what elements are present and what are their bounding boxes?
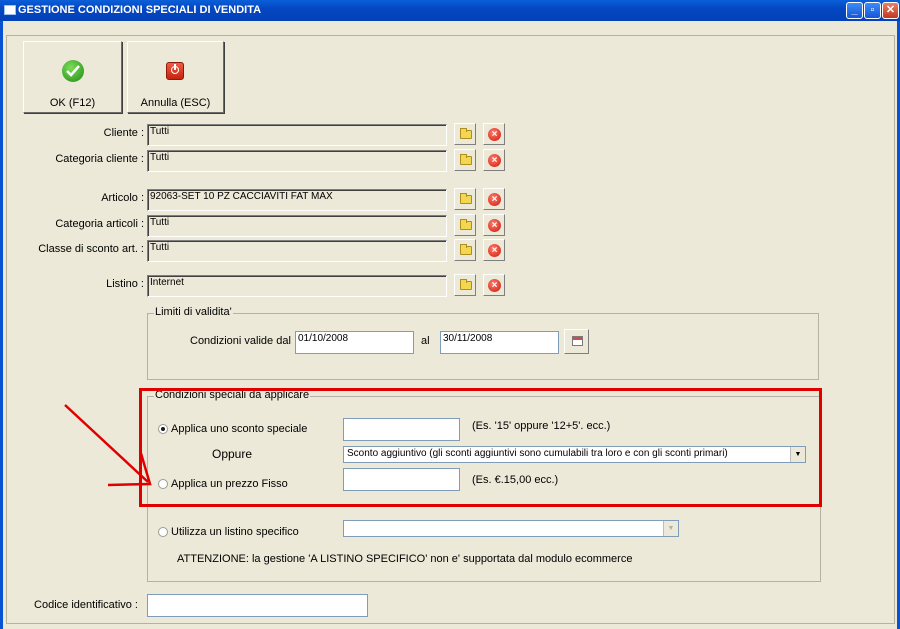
categoria-articoli-field[interactable]: Tutti [147, 215, 447, 237]
articolo-clear-button[interactable]: × [483, 188, 505, 210]
maximize-button[interactable]: ▫ [864, 2, 881, 19]
clear-icon: × [488, 279, 501, 292]
pricelist-select[interactable]: ▼ [343, 520, 679, 537]
minimize-button[interactable]: _ [846, 2, 863, 19]
validity-group-title: Limiti di validita' [154, 306, 233, 318]
app-icon [4, 5, 16, 15]
cliente-browse-button[interactable] [454, 123, 476, 145]
cancel-button[interactable]: Annulla (ESC) [127, 41, 224, 113]
close-button[interactable]: ✕ [882, 2, 899, 19]
codice-label: Codice identificativo : [34, 599, 138, 611]
valid-to-label: al [421, 335, 430, 347]
categoria-cliente-clear-button[interactable]: × [483, 149, 505, 171]
valid-to-input[interactable]: 30/11/2008 [440, 331, 559, 354]
cancel-button-label: Annulla (ESC) [140, 97, 211, 109]
categoria-articoli-browse-button[interactable] [454, 214, 476, 236]
ok-button[interactable]: OK (F12) [23, 41, 122, 113]
ok-button-label: OK (F12) [49, 97, 96, 109]
articolo-browse-button[interactable] [454, 188, 476, 210]
pricelist-warning: ATTENZIONE: la gestione 'A LISTINO SPECI… [177, 553, 633, 565]
articolo-label: Articolo : [101, 192, 144, 204]
clear-icon: × [488, 244, 501, 257]
clear-icon: × [488, 193, 501, 206]
pricelist-radio[interactable] [158, 527, 168, 537]
cliente-label: Cliente : [103, 127, 144, 139]
categoria-articoli-label: Categoria articoli : [55, 218, 144, 230]
clear-icon: × [488, 219, 501, 232]
title-bar: GESTIONE CONDIZIONI SPECIALI DI VENDITA … [0, 0, 900, 21]
categoria-articoli-clear-button[interactable]: × [483, 214, 505, 236]
cliente-field[interactable]: Tutti [147, 124, 447, 146]
categoria-cliente-browse-button[interactable] [454, 149, 476, 171]
classe-sconto-field[interactable]: Tutti [147, 240, 447, 262]
folder-icon [460, 279, 472, 290]
folder-icon [460, 219, 472, 230]
stop-icon [166, 62, 184, 80]
valid-from-input[interactable]: 01/10/2008 [295, 331, 414, 354]
highlight-box [139, 388, 822, 507]
chevron-down-icon: ▼ [663, 521, 678, 536]
listino-label: Listino : [106, 278, 144, 290]
categoria-cliente-label: Categoria cliente : [55, 153, 144, 165]
folder-icon [460, 193, 472, 204]
arrow-annotation [64, 404, 152, 487]
pricelist-label: Utilizza un listino specifico [171, 526, 299, 538]
calendar-button[interactable] [564, 329, 589, 354]
codice-input[interactable] [147, 594, 368, 617]
classe-sconto-browse-button[interactable] [454, 239, 476, 261]
folder-icon [460, 244, 472, 255]
classe-sconto-label: Classe di sconto art. : [38, 243, 144, 255]
check-icon [62, 60, 84, 82]
listino-clear-button[interactable]: × [483, 274, 505, 296]
folder-icon [460, 154, 472, 165]
window-title: GESTIONE CONDIZIONI SPECIALI DI VENDITA [18, 4, 262, 16]
folder-icon [460, 128, 472, 139]
cliente-clear-button[interactable]: × [483, 123, 505, 145]
listino-browse-button[interactable] [454, 274, 476, 296]
clear-icon: × [488, 128, 501, 141]
listino-field[interactable]: Internet [147, 275, 447, 297]
classe-sconto-clear-button[interactable]: × [483, 239, 505, 261]
articolo-field[interactable]: 92063-SET 10 PZ CACCIAVITI FAT MAX [147, 189, 447, 211]
categoria-cliente-field[interactable]: Tutti [147, 150, 447, 172]
clear-icon: × [488, 154, 501, 167]
valid-from-label: Condizioni valide dal [190, 335, 291, 347]
calendar-icon [572, 336, 583, 346]
